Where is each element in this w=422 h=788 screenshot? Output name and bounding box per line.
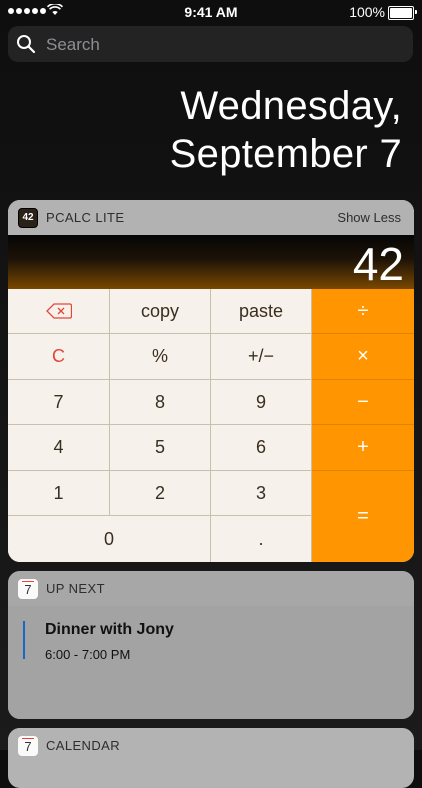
decimal-button[interactable]: . [211,516,312,562]
date-month-day: September 7 [169,132,402,176]
calendar-widget: 7 CALENDAR [8,728,414,788]
calendar-app-icon: 7 [18,579,38,599]
digit-0-button[interactable]: 0 [8,516,211,562]
widget-title: CALENDAR [46,738,120,753]
show-less-button[interactable]: Show Less [337,210,401,225]
equals-button[interactable]: = [312,471,414,562]
battery-percentage: 100% [349,4,385,20]
calendar-app-icon: 7 [18,736,38,756]
plus-button[interactable]: + [312,425,414,471]
pcalc-widget: 42 PCALC LITE Show Less 42 copy paste ÷ … [8,200,414,562]
date-weekday: Wednesday, [180,84,402,128]
backspace-button[interactable] [8,289,110,334]
digit-2-button[interactable]: 2 [110,471,211,516]
paste-button[interactable]: paste [211,289,312,334]
event-item[interactable]: Dinner with Jony 6:00 - 7:00 PM [8,606,414,719]
event-title: Dinner with Jony [45,621,174,638]
event-time: 6:00 - 7:00 PM [45,647,131,662]
event-color-bar [23,621,25,659]
up-next-header: 7 UP NEXT [8,571,414,606]
digit-6-button[interactable]: 6 [211,425,312,471]
sign-toggle-button[interactable]: +/− [211,334,312,380]
search-icon [17,35,36,54]
copy-button[interactable]: copy [110,289,211,334]
up-next-widget: 7 UP NEXT Dinner with Jony 6:00 - 7:00 P… [8,571,414,719]
multiply-button[interactable]: × [312,334,414,380]
digit-1-button[interactable]: 1 [8,471,110,516]
minus-button[interactable]: − [312,380,414,425]
widget-title: UP NEXT [46,581,105,596]
calendar-icon-day: 7 [24,739,32,754]
digit-4-button[interactable]: 4 [8,425,110,471]
digit-3-button[interactable]: 3 [211,471,312,516]
digit-8-button[interactable]: 8 [110,380,211,425]
calendar-icon-day: 7 [24,582,32,597]
calendar-header: 7 CALENDAR [8,728,414,763]
battery-icon [388,6,417,20]
percent-button[interactable]: % [110,334,211,380]
search-placeholder: Search [46,35,100,54]
calculator-display: 42 [8,235,414,290]
divide-button[interactable]: ÷ [312,289,414,334]
digit-7-button[interactable]: 7 [8,380,110,425]
search-field[interactable]: Search [8,26,413,62]
widget-title: PCALC LITE [46,210,125,225]
digit-9-button[interactable]: 9 [211,380,312,425]
digit-5-button[interactable]: 5 [110,425,211,471]
display-value: 42 [352,238,404,290]
status-bar: 9:41 AM 100% [0,0,422,24]
backspace-icon [45,303,72,319]
pcalc-widget-header: 42 PCALC LITE Show Less [8,200,414,235]
date-heading: Wednesday, September 7 [170,82,402,178]
keypad: copy paste ÷ C % +/− × 7 8 9 − 4 5 6 + 1… [8,289,414,562]
clear-button[interactable]: C [8,334,110,380]
pcalc-app-icon: 42 [18,208,38,228]
